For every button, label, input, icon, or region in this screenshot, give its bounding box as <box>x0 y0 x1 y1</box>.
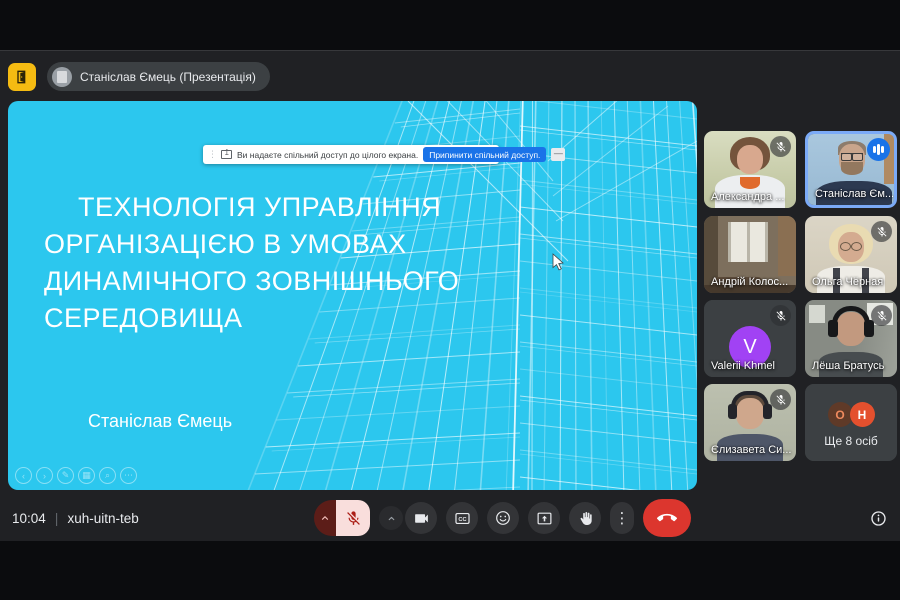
present-screen-icon <box>536 510 553 527</box>
participant-name: Лёша Братусь <box>812 360 884 372</box>
zoom-icon: ⌕ <box>99 467 116 484</box>
participant-tile[interactable]: V Valerii Khmel <box>704 300 796 377</box>
share-banner-message: Ви надаєте спільний доступ до цілого екр… <box>237 150 418 160</box>
screen-share-banner: ⋮ Ви надаєте спільний доступ до цілого е… <box>203 145 499 164</box>
door-extension-button[interactable] <box>8 63 36 91</box>
captions-button[interactable]: CC <box>446 502 478 534</box>
all-slides-icon: ▦ <box>78 467 95 484</box>
slide-title-line: ТЕХНОЛОГІЯ УПРАВЛІННЯ <box>44 189 474 226</box>
captions-icon: CC <box>454 510 471 527</box>
avatar-letter: O <box>828 402 853 427</box>
participant-name: Valerii Khmel <box>711 360 775 372</box>
shared-screen-slide: ⋮ Ви надаєте спільний доступ до цілого е… <box>8 101 697 490</box>
meeting-info: 10:04 | xuh-uitn-teb <box>12 494 139 542</box>
present-button[interactable] <box>528 502 560 534</box>
participant-name: Александра ... <box>711 191 784 203</box>
mic-muted-icon <box>770 389 791 410</box>
bottom-bar: 10:04 | xuh-uitn-teb <box>0 494 900 542</box>
meeting-code: xuh-uitn-teb <box>67 511 138 526</box>
camera-button-group <box>379 500 437 536</box>
participant-name: Андрій Колос... <box>711 276 788 288</box>
speaking-indicator-icon <box>867 138 890 161</box>
mic-muted-button[interactable] <box>336 500 370 536</box>
slide-title-line: СЕРЕДОВИЩА <box>44 300 474 337</box>
avatar-letter: H <box>850 402 875 427</box>
mic-options-button[interactable] <box>314 500 336 536</box>
more-controls-icon: ⋯ <box>120 467 137 484</box>
camera-options-button[interactable] <box>379 506 403 530</box>
raise-hand-icon <box>577 510 594 527</box>
participant-name: Ольга Чёрная <box>812 276 883 288</box>
mic-button-group <box>314 500 370 536</box>
next-slide-icon: › <box>36 467 53 484</box>
mic-off-icon <box>345 510 362 527</box>
mic-muted-icon <box>871 305 892 326</box>
end-call-icon <box>657 508 677 528</box>
chevron-up-icon <box>319 512 331 524</box>
door-icon <box>14 69 30 85</box>
svg-text:CC: CC <box>458 516 466 522</box>
info-icon <box>869 509 888 528</box>
slide-title-line: ДИНАМІЧНОГО ЗОВНІШНЬОГО <box>44 263 474 300</box>
slide-title: ТЕХНОЛОГІЯ УПРАВЛІННЯ ОРГАНІЗАЦІЄЮ В УМО… <box>44 189 474 337</box>
divider: | <box>55 510 59 526</box>
banner-drag-handle: ⋮ <box>208 149 216 160</box>
participant-tile[interactable]: Єлизавета Си... <box>704 384 796 461</box>
participant-tile[interactable]: Андрій Колос... <box>704 216 796 293</box>
overflow-participants-tile[interactable]: O H Ще 8 осіб <box>805 384 897 461</box>
smiley-icon <box>494 509 512 527</box>
mic-muted-icon <box>770 136 791 157</box>
mouse-cursor <box>552 253 566 271</box>
raise-hand-button[interactable] <box>569 502 601 534</box>
camera-button[interactable] <box>405 502 437 534</box>
chevron-up-icon <box>386 513 397 524</box>
slide-author: Станіслав Ємець <box>88 411 232 432</box>
participant-tile[interactable]: Лёша Братусь <box>805 300 897 377</box>
participant-tile-active-speaker[interactable]: Станіслав Єм... <box>805 131 897 208</box>
call-controls: CC <box>314 500 691 536</box>
prev-slide-icon: ‹ <box>15 467 32 484</box>
presenter-pill-label: Станіслав Ємець (Презентація) <box>80 70 256 84</box>
share-screen-icon <box>221 150 232 159</box>
screenshot-stage: Станіслав Ємець (Презентація) ⋮ Ви надає… <box>0 0 900 600</box>
meet-window: Станіслав Ємець (Презентація) ⋮ Ви надає… <box>0 50 900 541</box>
leave-call-button[interactable] <box>643 499 691 537</box>
pen-icon: ✎ <box>57 467 74 484</box>
stop-share-button[interactable]: Припинити спільний доступ. <box>423 147 546 162</box>
participant-name: Станіслав Єм... <box>815 188 894 200</box>
participant-tile[interactable]: Ольга Чёрная <box>805 216 897 293</box>
participant-name: Єлизавета Си... <box>711 444 791 456</box>
overflow-avatars: O H <box>805 402 897 427</box>
overflow-count-label: Ще 8 осіб <box>805 434 897 448</box>
presenter-thumbnail <box>52 67 72 87</box>
reactions-button[interactable] <box>487 502 519 534</box>
top-bar: Станіслав Ємець (Презентація) <box>0 51 900 101</box>
mic-muted-icon <box>871 221 892 242</box>
more-options-button[interactable]: ⋮ <box>610 502 634 534</box>
presenter-pill[interactable]: Станіслав Ємець (Презентація) <box>47 62 270 91</box>
camera-icon <box>413 510 430 527</box>
mic-muted-icon <box>770 305 791 326</box>
slideshow-controls: ‹ › ✎ ▦ ⌕ ⋯ <box>15 467 137 484</box>
participant-tile[interactable]: Александра ... <box>704 131 796 208</box>
banner-minimize-button[interactable]: — <box>551 148 565 161</box>
overflow-tile-background: O H Ще 8 осіб <box>805 384 897 461</box>
clock-time: 10:04 <box>12 511 46 526</box>
meeting-details-button[interactable] <box>866 506 890 530</box>
slide-title-line: ОРГАНІЗАЦІЄЮ В УМОВАХ <box>44 226 474 263</box>
